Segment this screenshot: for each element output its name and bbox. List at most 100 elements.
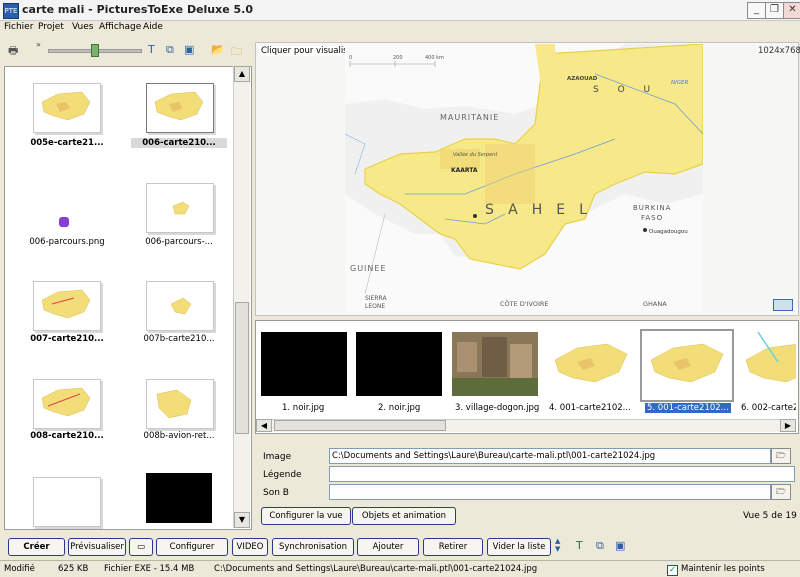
file-thumbnail[interactable] <box>33 83 101 133</box>
map-label-soudan: S O U <box>593 85 658 95</box>
strip-scroll-left[interactable]: ◀ <box>256 419 272 432</box>
remove-button[interactable]: Retirer <box>423 538 483 556</box>
slide-count: Vue 5 de 19 <box>743 511 797 521</box>
printer-icon[interactable]: 🖶 <box>8 42 18 61</box>
legend-field[interactable] <box>329 466 795 482</box>
restore-button[interactable]: ❐ <box>765 2 784 19</box>
title-bar: PTE carte mali - PicturesToExe Deluxe 5.… <box>0 0 800 21</box>
file-list-scrollbar[interactable]: ▲ ▼ <box>233 66 250 528</box>
left-toolbar: 🖶 » T ⧉ ▣ 📂 🗀 <box>0 36 250 64</box>
map-label-ghana: GHANA <box>643 300 667 308</box>
menu-fichier[interactable]: Fichier <box>4 22 33 32</box>
map-label-kaarta: KAARTA <box>451 167 478 174</box>
file-thumbnail[interactable] <box>33 379 101 429</box>
properties-panel: Image C:\Documents and Settings\Laure\Bu… <box>255 440 797 528</box>
keep-points-checkbox[interactable]: ✓ <box>667 565 678 576</box>
map-label-azaouad: AZAOUAD <box>567 76 598 82</box>
map-label-niger: NIGER <box>671 80 688 86</box>
scroll-down-arrow[interactable]: ▼ <box>234 512 250 528</box>
slide-thumbnail[interactable] <box>356 332 442 396</box>
add-button[interactable]: Ajouter <box>357 538 419 556</box>
status-path: C:\Documents and Settings\Laure\Bureau\c… <box>214 564 538 574</box>
file-label: 008-carte210... <box>30 431 104 441</box>
slide-thumbnail[interactable] <box>738 332 796 396</box>
file-thumbnail-white[interactable] <box>33 477 101 527</box>
open-folder-icon[interactable]: 📂 <box>211 43 225 56</box>
sound-field[interactable] <box>329 484 771 500</box>
objects-animation-button[interactable]: Objets et animation <box>352 507 456 525</box>
move-up-down-icon[interactable]: ▲ ▼ <box>555 537 560 553</box>
file-thumbnail-black[interactable] <box>146 473 212 523</box>
map-label-ouagadougou: Ouagadougou <box>649 229 688 235</box>
file-thumbnail[interactable] <box>146 183 214 233</box>
file-thumbnail[interactable] <box>146 379 214 429</box>
scroll-up-arrow[interactable]: ▲ <box>234 66 250 82</box>
empty-list-button[interactable]: Vider la liste <box>487 538 551 556</box>
sound-label: Son B <box>263 488 289 498</box>
synchronisation-button[interactable]: Synchronisation <box>272 538 354 556</box>
text-icon[interactable]: T <box>148 43 155 56</box>
app-icon: PTE <box>3 3 19 19</box>
file-list-panel[interactable]: 005e-carte21... 006-carte210... 006-parc… <box>4 66 252 530</box>
scroll-thumb[interactable] <box>235 302 249 434</box>
file-thumbnail-selected[interactable] <box>146 83 214 133</box>
slide-label: 6. 002-carte21 <box>741 403 796 413</box>
slide-thumbnail[interactable] <box>261 332 347 396</box>
configure-button[interactable]: Configurer <box>156 538 228 556</box>
file-label: 006-parcours-... <box>145 237 213 247</box>
slide-label: 3. village-dogon.jpg <box>455 403 540 413</box>
status-size: 625 KB <box>58 564 89 574</box>
map-label-cote-ivoire: CÔTE D'IVOIRE <box>500 299 549 308</box>
copy-icon[interactable]: ⧉ <box>166 43 174 57</box>
slide-thumbnail-selected[interactable] <box>643 332 729 396</box>
preview-button[interactable]: Prévisualiser <box>68 538 126 556</box>
map-label-guinee: GUINEE <box>350 264 387 273</box>
screen-icon[interactable]: ▭ <box>129 538 153 556</box>
create-button[interactable]: Créer <box>8 538 65 556</box>
slide-label: 2. noir.jpg <box>378 403 421 413</box>
browse-image-icon[interactable]: 🗁 <box>771 448 791 464</box>
expand-icon[interactable]: » <box>36 40 41 49</box>
image-path-field[interactable]: C:\Documents and Settings\Laure\Bureau\c… <box>329 448 771 464</box>
map-scale-400: 400 km <box>425 55 444 61</box>
map-label-mauritanie: MAURITANIE <box>440 113 499 122</box>
menu-projet[interactable]: Projet <box>38 22 64 32</box>
map-label-faso: FASO <box>641 214 663 222</box>
legend-label: Légende <box>263 470 302 480</box>
map-label-sahel: SAHEL <box>485 202 601 218</box>
frame-icon[interactable]: ▣ <box>184 43 194 56</box>
map-label-sierra: SIERRA <box>365 295 387 302</box>
file-thumbnail[interactable] <box>146 281 214 331</box>
frame-tool-icon[interactable]: ▣ <box>615 539 625 552</box>
file-label: 005e-carte21... <box>30 138 104 148</box>
status-bar: Modifié 625 KB Fichier EXE - 15.4 MB C:\… <box>0 560 800 577</box>
fullscreen-icon[interactable] <box>773 299 793 311</box>
map-scale-0: 0 <box>349 55 352 61</box>
map-label-burkina: BURKINA <box>633 204 671 212</box>
slide-thumbnail[interactable] <box>547 332 633 396</box>
strip-scrollbar[interactable]: ◀ ▶ <box>256 419 796 432</box>
close-button[interactable]: ✕ <box>783 2 800 19</box>
video-button[interactable]: VIDEO <box>232 538 268 556</box>
map-image: 0 200 400 km MAURITANIE SAHEL GUINEE BUR… <box>345 44 703 312</box>
folder-up-icon[interactable]: 🗀 <box>231 43 242 62</box>
parcours-dot <box>59 217 69 227</box>
menu-vues[interactable]: Vues <box>72 22 93 32</box>
slide-thumbnail-photo[interactable] <box>452 332 538 396</box>
minimize-button[interactable]: _ <box>747 2 766 19</box>
file-thumbnail[interactable] <box>33 281 101 331</box>
text-tool-icon[interactable]: T <box>576 539 583 552</box>
strip-scroll-right[interactable]: ▶ <box>780 419 796 432</box>
menu-affichage[interactable]: Affichage <box>99 22 141 32</box>
strip-scroll-thumb[interactable] <box>274 420 446 431</box>
browse-sound-icon[interactable]: 🗁 <box>771 484 791 500</box>
status-exe-size: Fichier EXE - 15.4 MB <box>104 564 195 574</box>
file-label: 006-parcours.png <box>29 237 105 247</box>
configure-view-button[interactable]: Configurer la vue <box>261 507 351 525</box>
file-label: 007b-carte210... <box>143 334 215 344</box>
menu-aide[interactable]: Aide <box>143 22 163 32</box>
copy-tool-icon[interactable]: ⧉ <box>596 539 604 553</box>
slide-label-selected: 5. 001-carte2102... <box>645 403 731 413</box>
map-label-vallee: Vallée du Serpent <box>453 151 498 158</box>
zoom-slider-handle[interactable] <box>91 44 99 57</box>
